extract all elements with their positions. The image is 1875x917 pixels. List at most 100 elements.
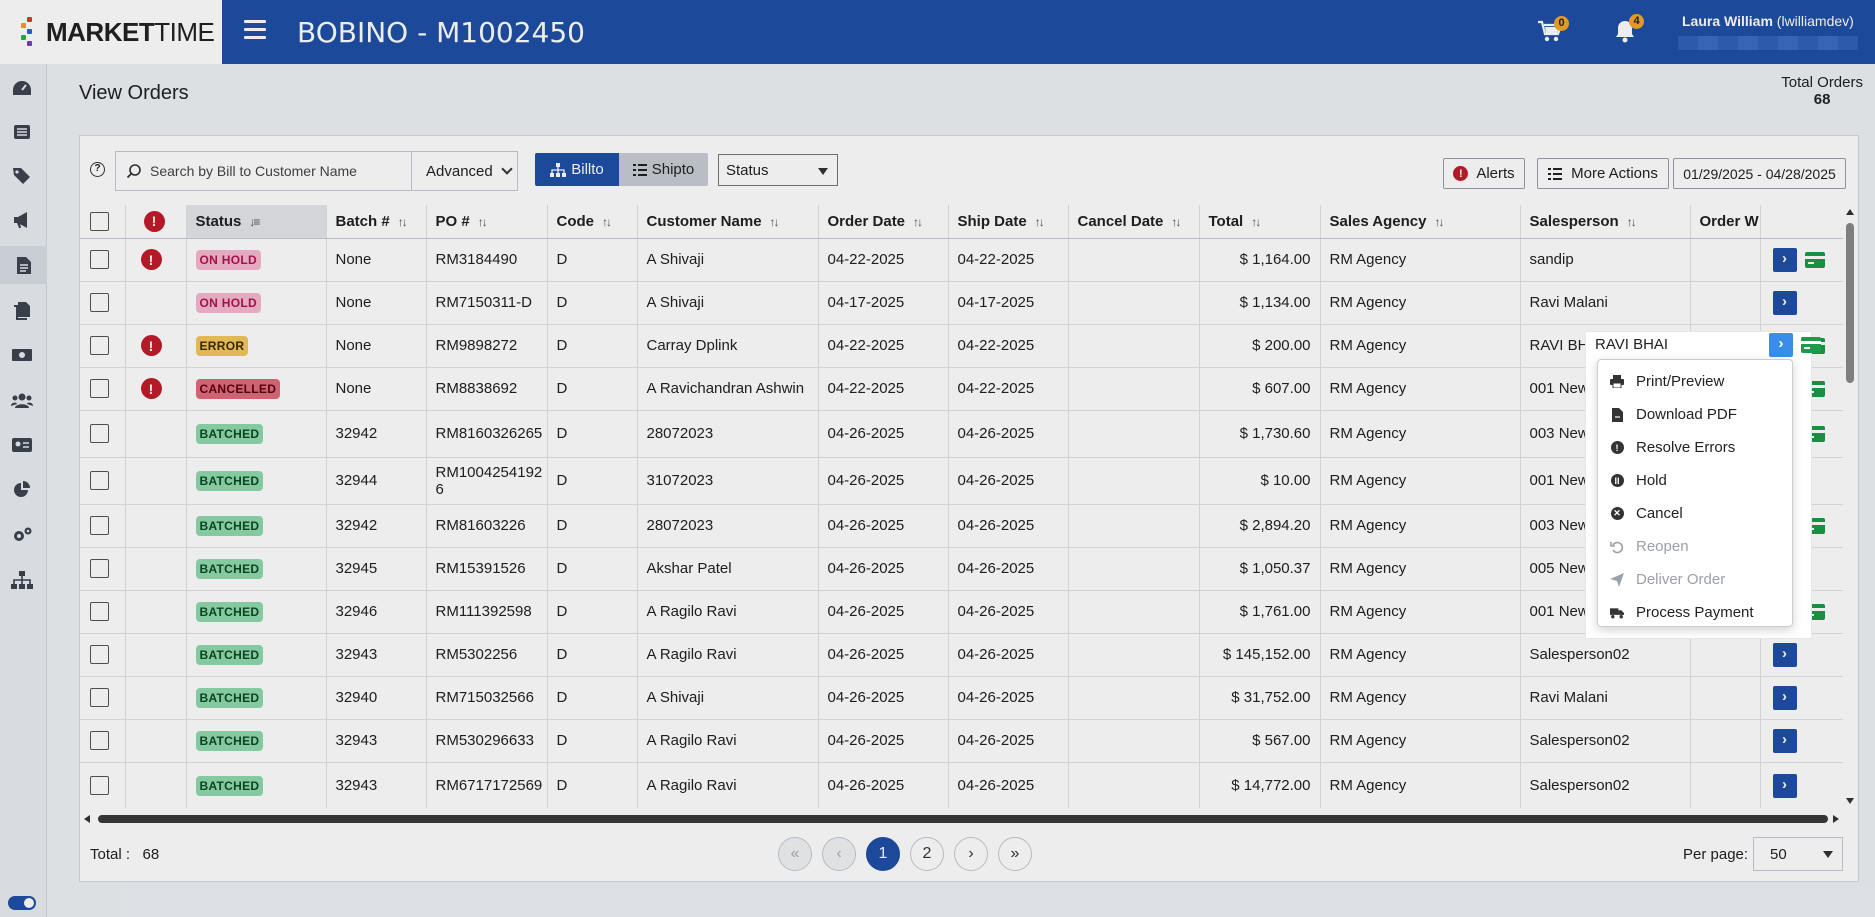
menu-item-download-pdf[interactable]: Download PDF — [1598, 398, 1792, 431]
customer-column-header[interactable]: Customer Name ↑↓ — [637, 205, 819, 239]
cart-icon[interactable]: 0 — [1537, 16, 1569, 44]
row-checkbox[interactable] — [90, 293, 109, 312]
alert-icon[interactable]: ! — [140, 249, 162, 270]
menu-item-hold[interactable]: II Hold — [1598, 464, 1792, 497]
users-icon[interactable] — [11, 390, 33, 410]
row-action-button[interactable]: › — [1772, 685, 1797, 710]
order-w-column-header[interactable]: Order W — [1690, 205, 1761, 239]
status-filter-select[interactable]: Status — [718, 154, 838, 186]
select-all-checkbox[interactable] — [90, 211, 109, 231]
active-row-action-button[interactable]: › — [1769, 333, 1821, 357]
menu-item-cancel[interactable]: ✕ Cancel — [1598, 497, 1792, 530]
orders-document-icon[interactable] — [0, 246, 47, 284]
vertical-scrollbar[interactable] — [1843, 205, 1857, 808]
horizontal-scrollbar[interactable] — [80, 812, 1843, 826]
shipto-toggle[interactable]: Shipto — [619, 153, 708, 186]
alerts-button[interactable]: ! Alerts — [1443, 158, 1525, 189]
copy-documents-icon[interactable] — [11, 300, 33, 320]
scroll-down-icon[interactable] — [1846, 798, 1854, 804]
previous-page-button[interactable]: ‹ — [822, 837, 856, 871]
alert-icon[interactable]: ! — [140, 335, 162, 356]
dashboard-icon[interactable] — [11, 78, 33, 98]
search-box[interactable] — [115, 151, 412, 191]
menu-item-print-preview[interactable]: Print/Preview — [1598, 365, 1792, 398]
search-input[interactable] — [150, 163, 390, 179]
settings-gears-icon[interactable] — [11, 525, 33, 545]
scrollbar-thumb[interactable] — [98, 815, 1828, 823]
table-row[interactable]: BATCHED 32942 RM81603226 D 28072023 04-26-202… — [80, 504, 1843, 548]
table-row[interactable]: BATCHED 32940 RM715032566 D A Shivaji 04-26-2… — [80, 676, 1843, 720]
next-page-button[interactable]: › — [954, 837, 988, 871]
sidebar-toggle-switch[interactable] — [8, 896, 36, 910]
cancel-date-column-header[interactable]: Cancel Date ↑↓ — [1068, 205, 1200, 239]
table-row[interactable]: BATCHED 32943 RM5302256 D A Ragilo Ravi 04-26… — [80, 633, 1843, 677]
scroll-right-icon[interactable] — [1833, 815, 1839, 823]
first-page-button[interactable]: « — [778, 837, 812, 871]
logo[interactable]: MARKETTIME — [0, 0, 222, 64]
user-name[interactable]: Laura William (lwilliamdev) — [1682, 13, 1854, 29]
table-row[interactable]: ! ERROR None RM9898272 D Carray Dplink 04-22-2… — [80, 324, 1843, 368]
tags-icon[interactable] — [11, 166, 33, 186]
salesperson-column-header[interactable]: Salesperson ↑↓ — [1520, 205, 1691, 239]
row-checkbox[interactable] — [90, 424, 109, 443]
table-row[interactable]: ! CANCELLED None RM8838692 D A Ravichandran A… — [80, 367, 1843, 411]
money-icon[interactable] — [11, 345, 33, 365]
order-date-column-header[interactable]: Order Date ↑↓ — [818, 205, 949, 239]
row-checkbox[interactable] — [90, 336, 109, 355]
row-checkbox[interactable] — [90, 776, 109, 795]
sitemap-icon[interactable] — [11, 570, 33, 590]
page-2-button[interactable]: 2 — [910, 837, 944, 871]
last-page-button[interactable]: » — [998, 837, 1032, 871]
menu-item-process-payment[interactable]: Process Payment — [1598, 596, 1792, 629]
table-row[interactable]: BATCHED 32943 RM6717172569 D A Ragilo Ravi 04… — [80, 762, 1843, 808]
date-range-picker[interactable]: 01/29/2025 - 04/28/2025 — [1673, 158, 1846, 189]
row-checkbox[interactable] — [90, 731, 109, 750]
row-checkbox[interactable] — [90, 379, 109, 398]
page-1-button[interactable]: 1 — [866, 837, 900, 871]
menu-item-resolve-errors[interactable]: ! Resolve Errors — [1598, 431, 1792, 464]
row-action-button[interactable]: › — [1772, 773, 1797, 798]
batch-column-header[interactable]: Batch # ↑↓ — [326, 205, 427, 239]
credit-card-icon[interactable] — [1801, 337, 1821, 353]
total-column-header[interactable]: Total ↑↓ — [1199, 205, 1321, 239]
table-row[interactable]: BATCHED 32946 RM111392598 D A Ragilo Ravi 04-… — [80, 590, 1843, 634]
row-action-button[interactable]: › — [1772, 642, 1797, 667]
code-column-header[interactable]: Code ↑↓ — [547, 205, 638, 239]
status-column-header[interactable]: Status ↓≡ — [186, 205, 327, 239]
table-row[interactable]: BATCHED 32942 RM8160326265 D 28072023 04-26-2… — [80, 410, 1843, 458]
help-icon[interactable]: ? — [90, 162, 105, 177]
billto-toggle[interactable]: Billto — [535, 153, 619, 186]
per-page-select[interactable]: 50 — [1753, 837, 1843, 871]
row-checkbox[interactable] — [90, 645, 109, 664]
row-checkbox[interactable] — [90, 516, 109, 535]
row-checkbox[interactable] — [90, 602, 109, 621]
alert-icon[interactable]: ! — [140, 378, 162, 399]
scroll-up-icon[interactable] — [1846, 209, 1854, 215]
pie-chart-icon[interactable] — [11, 480, 33, 500]
credit-card-icon[interactable] — [1804, 251, 1825, 268]
ship-date-column-header[interactable]: Ship Date ↑↓ — [948, 205, 1069, 239]
more-actions-button[interactable]: More Actions — [1537, 158, 1669, 189]
megaphone-icon[interactable] — [11, 210, 33, 230]
advanced-search-dropdown[interactable]: Advanced — [411, 151, 518, 191]
notification-bell-icon[interactable]: 4 — [1612, 14, 1644, 44]
table-row[interactable]: ON HOLD None RM7150311-D D A Shivaji 04-17-20… — [80, 281, 1843, 325]
scroll-left-icon[interactable] — [84, 815, 90, 823]
table-row[interactable]: ! ON HOLD None RM3184490 D A Shivaji 04-22-202… — [80, 238, 1843, 282]
row-action-button[interactable]: › — [1772, 728, 1797, 753]
row-checkbox[interactable] — [90, 471, 109, 490]
menu-toggle-icon[interactable] — [244, 20, 266, 40]
po-column-header[interactable]: PO # ↑↓ — [426, 205, 548, 239]
list-icon[interactable] — [11, 122, 33, 142]
table-row[interactable]: BATCHED 32944 RM10042541926 D 31072023 04-26-… — [80, 457, 1843, 505]
row-checkbox[interactable] — [90, 559, 109, 578]
agency-column-header[interactable]: Sales Agency ↑↓ — [1320, 205, 1521, 239]
row-checkbox[interactable] — [90, 250, 109, 269]
scrollbar-thumb[interactable] — [1846, 223, 1854, 383]
table-row[interactable]: BATCHED 32945 RM15391526 D Akshar Patel 04-26… — [80, 547, 1843, 591]
row-action-button[interactable]: › — [1772, 247, 1797, 272]
row-checkbox[interactable] — [90, 688, 109, 707]
table-row[interactable]: BATCHED 32943 RM530296633 D A Ragilo Ravi 04-… — [80, 719, 1843, 763]
row-action-button[interactable]: › — [1772, 290, 1797, 315]
contact-card-icon[interactable] — [11, 435, 33, 455]
